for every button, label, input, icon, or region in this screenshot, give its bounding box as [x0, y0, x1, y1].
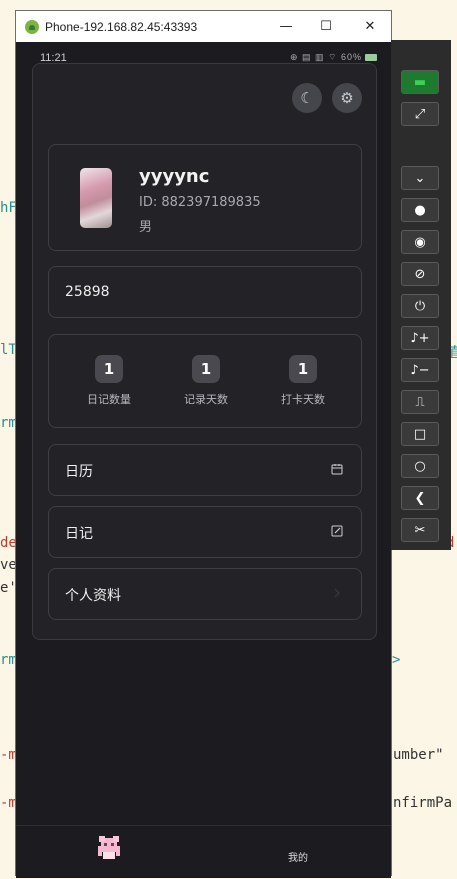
code-card: 25898 — [48, 266, 362, 318]
menu-item-profile[interactable]: 个人资料 — [48, 568, 362, 620]
battery-icon — [365, 54, 377, 62]
bg-code-fragment: > — [392, 652, 401, 668]
power-button[interactable]: ⏻ — [401, 294, 439, 318]
rotate-button[interactable]: ⎍ — [401, 390, 439, 414]
status-bar: 11:21 ⊕ ▤ ▥ ⌔ 60% — [16, 42, 391, 64]
android-icon: ▬ — [413, 74, 427, 90]
profile-panel: ☾ ⚙ yyyync ID: 882397189835 男 25898 1 日记… — [32, 63, 377, 640]
gear-icon: ⚙ — [340, 89, 354, 107]
chevron-right-icon — [334, 588, 340, 598]
stat-value: 1 — [289, 355, 317, 383]
settings-button[interactable]: ⚙ — [332, 83, 362, 113]
circle-icon: ● — [414, 202, 426, 218]
rotate-icon: ⎍ — [415, 394, 425, 410]
emulator-window: Phone-192.168.82.45:43393 — ☐ ✕ 11:21 ⊕ … — [15, 10, 392, 878]
bg-code-fragment: nfirmPa — [393, 795, 453, 811]
record-button[interactable]: ● — [401, 198, 439, 222]
fullscreen-button[interactable]: ⤢ — [401, 102, 439, 126]
scissors-icon: ✂ — [414, 522, 426, 538]
volume-up-icon: ♪+ — [410, 330, 430, 346]
menu-item-diary[interactable]: 日记 — [48, 506, 362, 558]
avatar — [80, 168, 112, 228]
stat-checkin-days: 1 打卡天数 — [268, 355, 338, 407]
code-value: 25898 — [65, 284, 110, 300]
nav-item-mine[interactable]: 我的 — [288, 849, 308, 864]
user-id: ID: 882397189835 — [139, 195, 261, 210]
dark-mode-button[interactable]: ☾ — [292, 83, 322, 113]
eye-icon: ◉ — [414, 234, 426, 250]
calendar-icon — [331, 464, 343, 475]
close-button[interactable]: ✕ — [350, 11, 390, 42]
menu-item-calendar[interactable]: 日历 — [48, 444, 362, 496]
pixel-character-icon[interactable] — [94, 832, 124, 862]
maximize-button[interactable]: ☐ — [306, 11, 346, 42]
moon-icon: ☾ — [300, 89, 314, 107]
back-button[interactable]: ❮ — [401, 486, 439, 510]
stat-diary-count: 1 日记数量 — [74, 355, 144, 407]
stat-label: 打卡天数 — [281, 393, 325, 406]
double-chevron-down-icon: ⌄ — [414, 170, 426, 186]
status-icons-text: ⊕ ▤ ▥ ⌔ 60% — [289, 52, 362, 62]
show-touches-button[interactable]: ◉ — [401, 230, 439, 254]
android-icon — [25, 19, 39, 34]
stat-value: 1 — [192, 355, 220, 383]
user-gender: 男 — [139, 220, 153, 235]
stat-label: 记录天数 — [184, 393, 228, 406]
volume-down-icon: ♪− — [410, 362, 430, 378]
window-title: Phone-192.168.82.45:43393 — [45, 19, 198, 34]
user-info-card[interactable]: yyyync ID: 882397189835 男 — [48, 144, 362, 251]
hide-button[interactable]: ⊘ — [401, 262, 439, 286]
screenshot-button[interactable]: ✂ — [401, 518, 439, 542]
menu-item-label: 日记 — [65, 526, 93, 542]
stat-label: 日记数量 — [87, 393, 131, 406]
status-icons: ⊕ ▤ ▥ ⌔ 60% — [290, 52, 377, 63]
window-titlebar[interactable]: Phone-192.168.82.45:43393 — ☐ ✕ — [16, 11, 391, 42]
stat-record-days: 1 记录天数 — [171, 355, 241, 407]
emulator-toolbar: ▬ ⤢ ⌄ ● ◉ ⊘ ⏻ ♪+ ♪− ⎍ □ ○ ❮ ✂ — [391, 40, 451, 550]
home-circle-icon: ○ — [414, 458, 426, 474]
back-arrow-icon: ❮ — [414, 490, 426, 506]
volume-down-button[interactable]: ♪− — [401, 358, 439, 382]
minimize-button[interactable]: — — [266, 11, 306, 42]
square-icon: □ — [413, 426, 427, 442]
menu-item-label: 个人资料 — [65, 588, 121, 604]
collapse-button[interactable]: ⌄ — [401, 166, 439, 190]
stats-card: 1 日记数量 1 记录天数 1 打卡天数 — [48, 334, 362, 428]
home-button[interactable]: ○ — [401, 454, 439, 478]
menu-item-label: 日历 — [65, 464, 93, 480]
username: yyyync — [139, 166, 210, 187]
stat-value: 1 — [95, 355, 123, 383]
bottom-navigation: 我的 — [16, 825, 391, 878]
overview-button[interactable]: □ — [401, 422, 439, 446]
eye-off-icon: ⊘ — [414, 266, 426, 282]
power-icon: ⏻ — [414, 298, 426, 314]
android-logo-button[interactable]: ▬ — [401, 70, 439, 94]
expand-icon: ⤢ — [414, 106, 426, 122]
bg-code-fragment: umber" — [393, 747, 444, 763]
volume-up-button[interactable]: ♪+ — [401, 326, 439, 350]
edit-icon — [331, 525, 343, 537]
